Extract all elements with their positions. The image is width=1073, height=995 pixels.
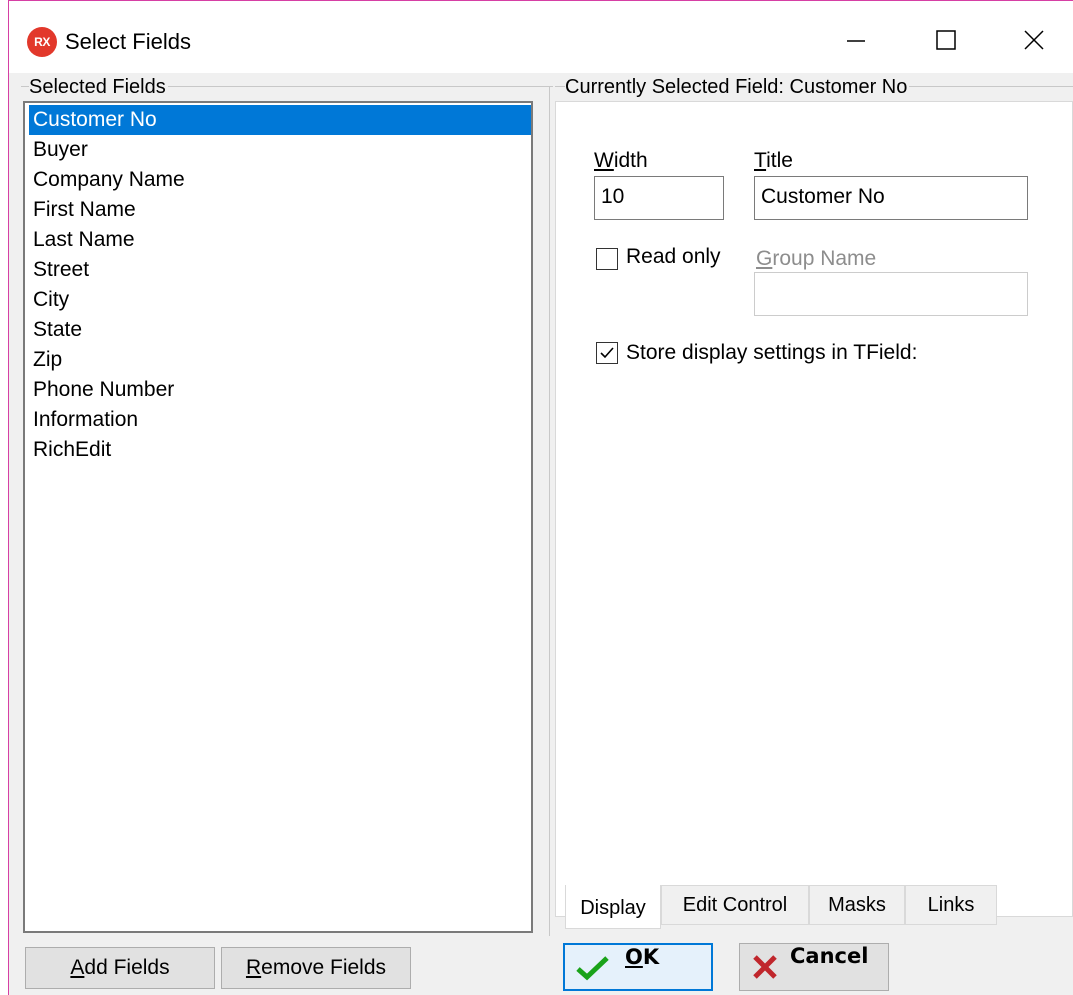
list-item[interactable]: Street [29,255,531,285]
cancel-label: Cancel [790,944,869,968]
title-bar: RX Select Fields [9,1,1073,73]
group-name-input[interactable] [754,272,1028,316]
ok-button[interactable]: OK [563,943,713,991]
maximize-icon [936,30,956,50]
width-accel: W [594,149,614,172]
list-item[interactable]: Company Name [29,165,531,195]
tab-display[interactable]: Display [565,885,661,929]
select-fields-dialog: RX Select Fields Selected Fields Custome… [8,0,1073,995]
tab-masks[interactable]: Masks [809,885,905,925]
maximize-button[interactable] [911,15,981,65]
remove-fields-accel: R [245,956,262,979]
tab-links[interactable]: Links [905,885,997,925]
title-accel: T [754,149,767,172]
width-input[interactable]: 10 [594,176,724,220]
title-label: Title [754,148,793,174]
remove-fields-button[interactable]: Remove Fields [221,947,411,989]
close-button[interactable] [999,15,1069,65]
tab-edit-control[interactable]: Edit Control [661,885,809,925]
selected-fields-list[interactable]: Customer No Buyer Company Name First Nam… [23,101,533,933]
window-title: Select Fields [65,29,191,54]
group-name-accel: G [756,247,773,270]
remove-fields-label: emove Fields [261,956,387,979]
ok-accel: O [625,945,643,969]
list-item[interactable]: Zip [29,345,531,375]
title-input[interactable]: Customer No [754,176,1028,220]
width-label-text: idth [613,149,648,172]
group-name-label-text: roup Name [772,247,877,270]
app-logo-icon: RX [27,27,57,57]
list-item[interactable]: Information [29,405,531,435]
read-only-label[interactable]: Read only [626,244,721,270]
selected-fields-label: Selected Fields [29,75,168,99]
current-field-group-border-left [549,86,550,936]
store-display-label[interactable]: Store display settings in TField: [626,340,917,366]
list-item[interactable]: Buyer [29,135,531,165]
checkmark-icon [600,347,614,359]
minimize-icon [847,40,865,42]
ok-label-text: K [642,945,660,969]
group-name-label: Group Name [756,246,876,272]
display-tab-page: Width 10 Title Customer No Read only Gro… [555,101,1073,917]
green-check-icon [576,956,609,981]
add-fields-label: dd Fields [84,956,170,979]
current-field-label: Currently Selected Field: Customer No [565,75,910,99]
list-item[interactable]: Customer No [29,105,531,135]
add-fields-accel: A [70,956,85,979]
ok-label: OK [625,945,659,969]
cancel-button[interactable]: Cancel [739,943,889,991]
add-fields-button[interactable]: Add Fields [25,947,215,989]
store-display-checkbox[interactable] [596,342,618,364]
list-item[interactable]: RichEdit [29,435,531,465]
list-item[interactable]: Last Name [29,225,531,255]
list-item[interactable]: City [29,285,531,315]
red-x-icon [753,955,777,979]
list-item[interactable]: Phone Number [29,375,531,405]
width-label: Width [594,148,648,174]
read-only-checkbox[interactable] [596,248,618,270]
list-item[interactable]: First Name [29,195,531,225]
title-label-text: itle [766,149,793,172]
close-icon [1024,30,1044,50]
minimize-button[interactable] [821,15,891,65]
list-item[interactable]: State [29,315,531,345]
